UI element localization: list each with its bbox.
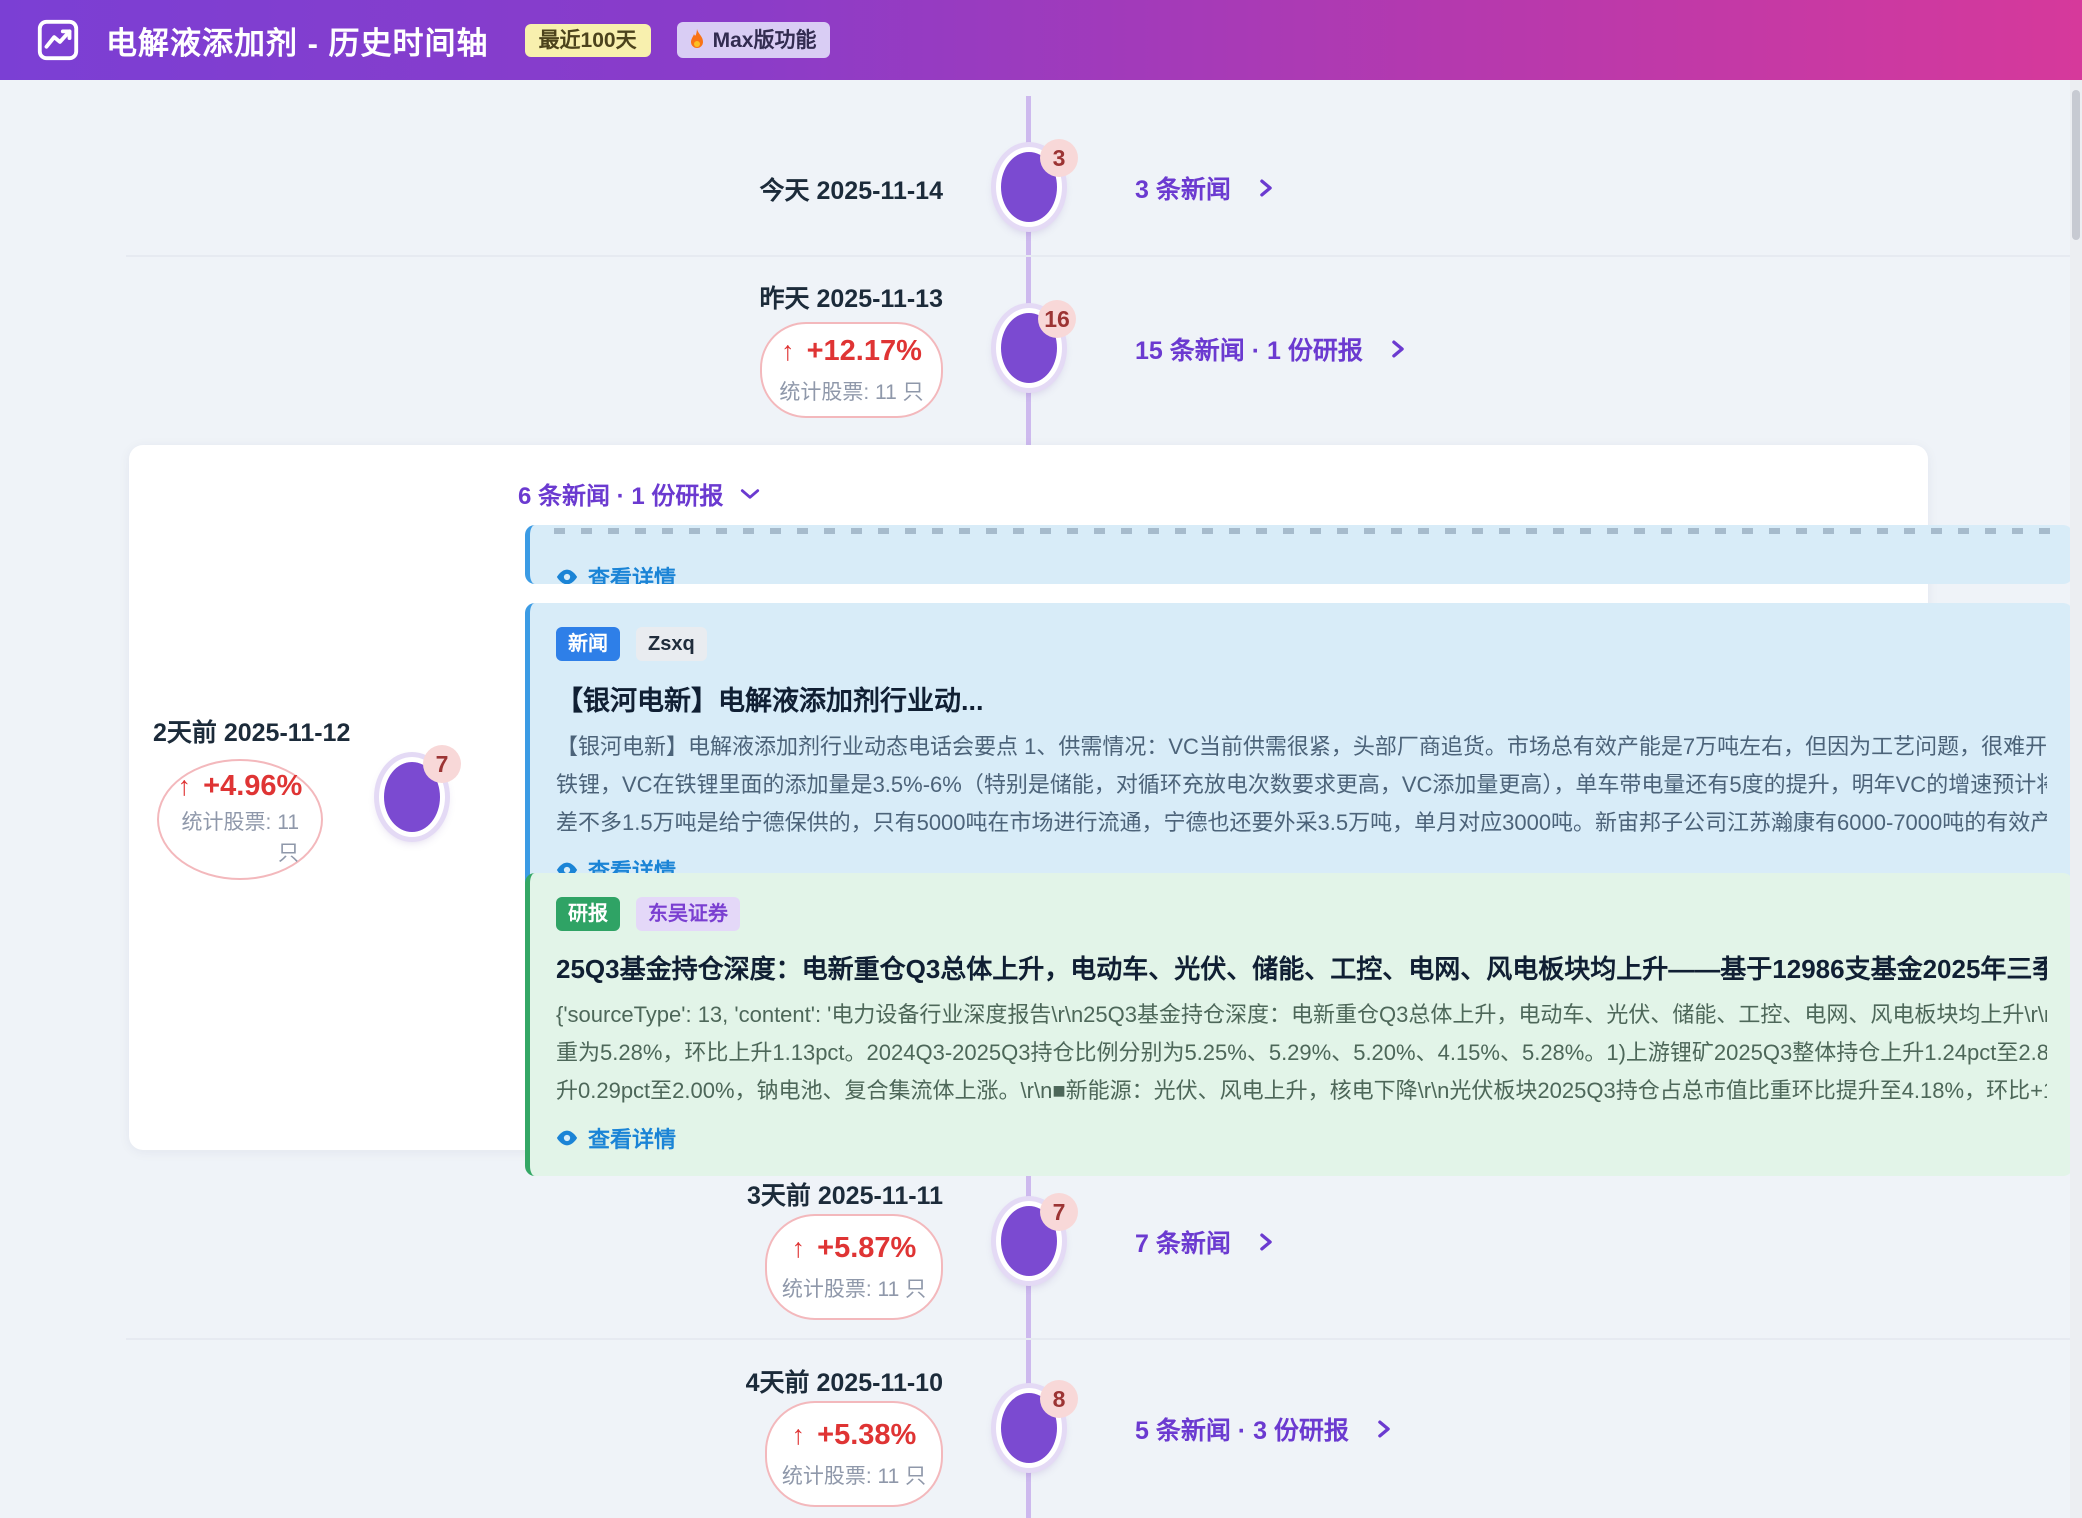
- report-body-line: 升0.29pct至2.00%，钠电池、复合集流体上涨。\r\n■新能源：光伏、风…: [556, 1072, 2047, 1110]
- stat-pill: ↑ +5.38% 统计股票: 11 只: [765, 1401, 943, 1507]
- news-body-line: 铁锂，VC在铁锂里面的添加量是3.5%-6%（特别是储能，对循环充放电次数要求更…: [556, 766, 2047, 804]
- news-count-link[interactable]: 7 条新闻: [1135, 1224, 1275, 1260]
- stocks-count: 统计股票: 11 只: [782, 1273, 926, 1303]
- report-body-line: {'sourceType': 13, 'content': '电力设备行业深度报…: [556, 996, 2047, 1034]
- collapse-summary-link[interactable]: 6 条新闻 · 1 份研报: [518, 476, 761, 511]
- max-feature-badge: Max版功能: [677, 22, 831, 58]
- date-range-badge[interactable]: 最近100天: [525, 24, 651, 57]
- chevron-right-icon: [1375, 1418, 1393, 1440]
- up-arrow-icon: ↑: [792, 1233, 806, 1264]
- expanded-day-card: 6 条新闻 · 1 份研报 2天前 2025-11-12 ↑ +4.96% 统计…: [129, 445, 1928, 1150]
- count-badge: 16: [1038, 300, 1076, 338]
- report-source-badge: 东吴证券: [636, 897, 740, 931]
- pct-change: +5.38%: [817, 1419, 916, 1452]
- chevron-down-icon: [739, 486, 761, 502]
- clipped-text-strip: [554, 528, 2053, 534]
- page-header: 电解液添加剂 - 历史时间轴 最近100天 Max版功能: [0, 0, 2082, 80]
- report-body-line: 重为5.28%，环比上升1.13pct。2024Q3-2025Q3持仓比例分别为…: [556, 1034, 2047, 1072]
- scrollbar-track: [2070, 80, 2082, 1518]
- news-body-line: 差不多1.5万吨是给宁德保供的，只有5000吨在市场进行流通，宁德也还要外采3.…: [556, 804, 2047, 842]
- stat-pill: ↑ +4.96% 统计股票: 11 只: [157, 759, 323, 880]
- timeline-date: 昨天 2025-11-13: [600, 279, 943, 315]
- chevron-right-icon: [1389, 338, 1407, 360]
- news-title: 【银河电新】电解液添加剂行业动...: [556, 679, 2047, 718]
- stocks-count: 统计股票: 11 只: [779, 376, 923, 406]
- up-arrow-icon: ↑: [792, 1420, 806, 1451]
- stat-pill: ↑ +5.87% 统计股票: 11 只: [765, 1214, 943, 1320]
- row-divider: [126, 255, 2070, 257]
- pct-change: +4.96%: [203, 770, 302, 803]
- news-card-partial[interactable]: 查看详情: [525, 525, 2073, 584]
- flame-icon: [687, 28, 707, 52]
- count-badge: 8: [1040, 1380, 1078, 1418]
- chevron-right-icon: [1257, 177, 1275, 199]
- stat-pill: ↑ +12.17% 统计股票: 11 只: [760, 322, 943, 418]
- news-source-badge: Zsxq: [636, 627, 707, 661]
- count-badge: 3: [1040, 139, 1078, 177]
- stocks-count: 统计股票: 11 只: [782, 1460, 926, 1490]
- news-type-badge: 新闻: [556, 627, 620, 661]
- view-detail-link[interactable]: 查看详情: [556, 1122, 2047, 1154]
- report-type-badge: 研报: [556, 897, 620, 931]
- news-count-link[interactable]: 5 条新闻 · 3 份研报: [1135, 1411, 1393, 1447]
- news-count-link[interactable]: 15 条新闻 · 1 份研报: [1135, 331, 1407, 367]
- timeline-page: 电解液添加剂 - 历史时间轴 最近100天 Max版功能 今天 2025-11-…: [0, 0, 2082, 1518]
- eye-icon: [556, 568, 578, 584]
- pct-change: +5.87%: [817, 1232, 916, 1265]
- count-badge: 7: [1040, 1193, 1078, 1231]
- row-divider: [126, 1338, 2070, 1340]
- up-arrow-icon: ↑: [781, 336, 795, 367]
- trend-chart-icon: [32, 14, 84, 66]
- timeline-date: 3天前 2025-11-11: [600, 1176, 943, 1212]
- report-card[interactable]: 研报 东吴证券 25Q3基金持仓深度：电新重仓Q3总体上升，电动车、光伏、储能、…: [525, 873, 2073, 1176]
- count-badge: 7: [423, 745, 461, 783]
- up-arrow-icon: ↑: [178, 771, 192, 802]
- eye-icon: [556, 1129, 578, 1147]
- news-count-link[interactable]: 3 条新闻: [1135, 170, 1275, 206]
- timeline-date: 今天 2025-11-14: [600, 171, 943, 207]
- view-detail-link[interactable]: 查看详情: [556, 561, 676, 584]
- chevron-right-icon: [1257, 1231, 1275, 1253]
- scrollbar-thumb[interactable]: [2072, 90, 2080, 240]
- timeline-date: 4天前 2025-11-10: [600, 1363, 943, 1399]
- page-title: 电解液添加剂 - 历史时间轴: [106, 18, 489, 63]
- stocks-count: 统计股票: 11 只: [181, 807, 299, 870]
- timeline-date: 2天前 2025-11-12: [153, 713, 453, 749]
- news-body-line: 【银河电新】电解液添加剂行业动态电话会要点 1、供需情况：VC当前供需很紧，头部…: [556, 728, 2047, 766]
- news-card[interactable]: 新闻 Zsxq 【银河电新】电解液添加剂行业动... 【银河电新】电解液添加剂行…: [525, 603, 2073, 908]
- report-title: 25Q3基金持仓深度：电新重仓Q3总体上升，电动车、光伏、储能、工控、电网、风电…: [556, 949, 2047, 986]
- pct-change: +12.17%: [807, 335, 922, 368]
